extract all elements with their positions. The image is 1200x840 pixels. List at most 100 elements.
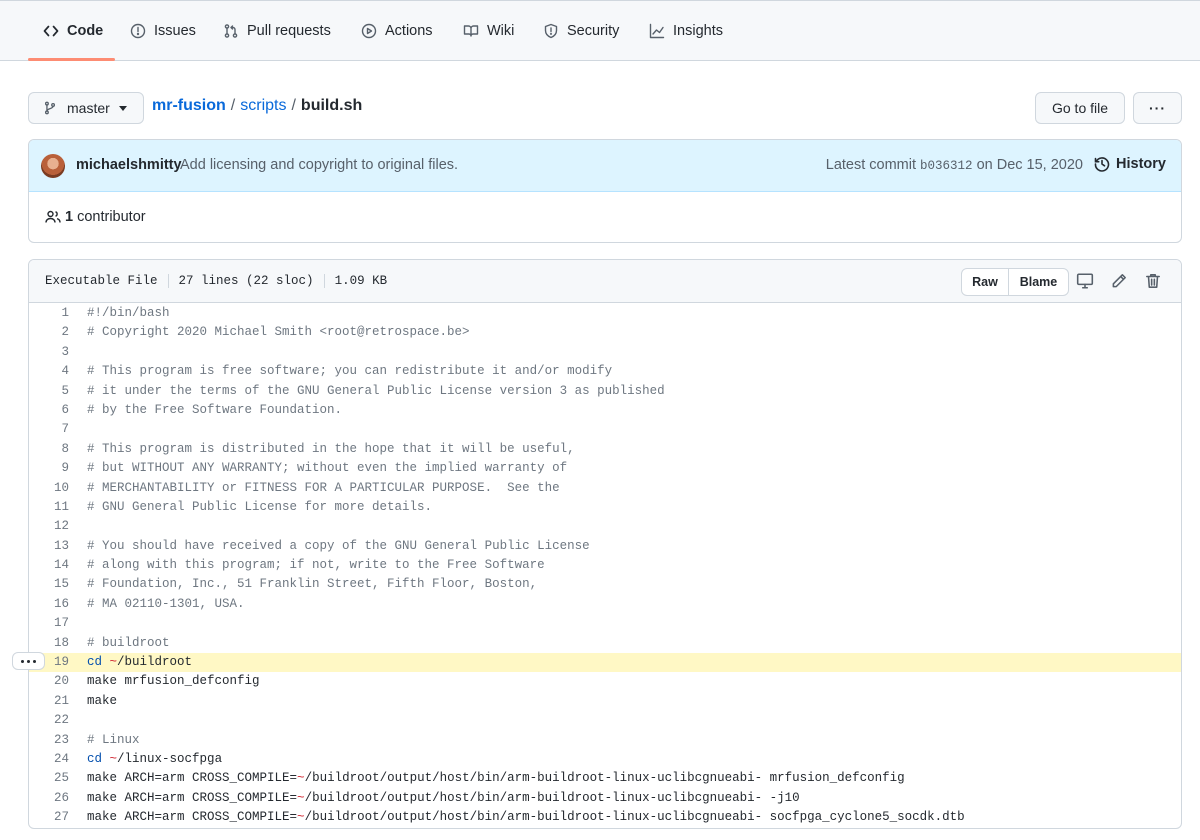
code-line: 10 # MERCHANTABILITY or FITNESS FOR A PAR… (29, 479, 1181, 498)
code-line: 4 # This program is free software; you ca… (29, 362, 1181, 381)
tab-label: Issues (154, 23, 196, 39)
code-line: 6 # by the Free Software Foundation. (29, 401, 1181, 420)
line-number[interactable]: 4 (29, 362, 69, 381)
tab-code[interactable]: Code (43, 1, 103, 61)
line-number[interactable]: 12 (29, 517, 69, 536)
line-number[interactable]: 17 (29, 614, 69, 633)
code-line: 15 # Foundation, Inc., 51 Franklin Street… (29, 575, 1181, 594)
pencil-icon[interactable] (1110, 272, 1128, 290)
commit-author-link[interactable]: michaelshmitty (76, 157, 182, 173)
line-number[interactable]: 21 (29, 692, 69, 711)
line-content: # This program is free software; you can… (87, 364, 613, 379)
shield-icon (544, 23, 558, 39)
git-branch-icon (44, 101, 56, 115)
branch-select-button[interactable]: master (28, 92, 144, 124)
code-line: 27 make ARCH=arm CROSS_COMPILE=~/buildroo… (29, 808, 1181, 827)
more-options-button[interactable]: ··· (1133, 92, 1182, 124)
code-line: 25 make ARCH=arm CROSS_COMPILE=~/buildroo… (29, 769, 1181, 788)
line-number[interactable]: 10 (29, 479, 69, 498)
line-number[interactable]: 23 (29, 731, 69, 750)
code-line: 16 # MA 02110-1301, USA. (29, 595, 1181, 614)
code-line: 14 # along with this program; if not, wri… (29, 556, 1181, 575)
code-line: 23 # Linux (29, 731, 1181, 750)
tab-wiki[interactable]: Wiki (463, 1, 514, 61)
history-icon (1094, 157, 1110, 172)
line-number[interactable]: 13 (29, 537, 69, 556)
dot (33, 659, 36, 663)
line-content: # but WITHOUT ANY WARRANTY; without even… (87, 461, 568, 476)
commit-date: on Dec 15, 2020 (976, 157, 1083, 173)
code-line: 5 # it under the terms of the GNU General… (29, 382, 1181, 401)
commit-meta: Latest commit b036312 on Dec 15, 2020 (826, 157, 1083, 173)
tab-security[interactable]: Security (543, 1, 619, 61)
line-content: #!/bin/bash (87, 306, 170, 320)
line-content: # MA 02110-1301, USA. (87, 596, 245, 611)
line-content: # Copyright 2020 Michael Smith <root@ret… (87, 325, 470, 340)
history-link[interactable]: History (1094, 156, 1166, 172)
code-line: 24 cd ~/linux-socfpga (29, 750, 1181, 769)
line-options-button[interactable] (12, 652, 45, 670)
avatar[interactable] (41, 154, 65, 178)
line-number[interactable]: 8 (29, 440, 69, 459)
line-number[interactable]: 2 (29, 323, 69, 342)
go-to-file-button[interactable]: Go to file (1035, 92, 1125, 124)
tab-actions[interactable]: Actions (361, 1, 433, 61)
tab-insights[interactable]: Insights (649, 1, 723, 61)
commit-sha-link[interactable]: b036312 (920, 159, 973, 173)
line-number[interactable]: 27 (29, 808, 69, 827)
line-number[interactable]: 22 (29, 711, 69, 730)
line-number[interactable]: 7 (29, 420, 69, 439)
code-icon (43, 25, 59, 37)
code-line: 11 # GNU General Public License for more … (29, 498, 1181, 517)
line-number[interactable]: 26 (29, 789, 69, 808)
line-number[interactable]: 5 (29, 382, 69, 401)
commit-message-link[interactable]: Add licensing and copyright to original … (180, 157, 458, 173)
line-content: # it under the terms of the GNU General … (87, 383, 665, 398)
branch-name: master (67, 100, 110, 116)
line-number[interactable]: 20 (29, 672, 69, 691)
trash-icon[interactable] (1144, 272, 1162, 290)
line-number[interactable]: 14 (29, 556, 69, 575)
history-label: History (1116, 156, 1166, 172)
line-number[interactable]: 25 (29, 769, 69, 788)
line-content: # buildroot (87, 635, 170, 650)
code-line: 26 make ARCH=arm CROSS_COMPILE=~/buildroo… (29, 789, 1181, 808)
tab-label: Wiki (487, 23, 515, 39)
tab-label: Security (567, 23, 620, 39)
line-content: cd ~/buildroot (87, 655, 193, 670)
line-number[interactable]: 6 (29, 401, 69, 420)
breadcrumb-folder-link[interactable]: scripts (240, 97, 286, 115)
line-number[interactable]: 11 (29, 498, 69, 517)
line-number[interactable]: 3 (29, 343, 69, 362)
tab-pull-requests[interactable]: Pull requests (223, 1, 331, 61)
line-content: # MERCHANTABILITY or FITNESS FOR A PARTI… (87, 480, 560, 495)
tab-issues[interactable]: Issues (130, 1, 196, 61)
raw-button[interactable]: Raw (962, 269, 1009, 295)
line-number[interactable]: 24 (29, 750, 69, 769)
contributors-link[interactable]: 1 contributor (45, 209, 146, 225)
raw-blame-group: Raw Blame (961, 268, 1069, 296)
breadcrumb-repo-link[interactable]: mr-fusion (152, 97, 226, 115)
file-view: Executable File 27 lines (22 sloc) 1.09 … (28, 259, 1182, 829)
tab-label: Code (67, 23, 104, 39)
code-line: 22 (29, 711, 1181, 730)
code-line: 18 # buildroot (29, 634, 1181, 653)
line-number[interactable]: 16 (29, 595, 69, 614)
line-content: # along with this program; if not, write… (87, 558, 545, 573)
line-content: make mrfusion_defconfig (87, 674, 260, 689)
issue-opened-icon (130, 23, 146, 39)
code-line: 13 # You should have received a copy of t… (29, 537, 1181, 556)
chevron-down-icon (118, 105, 127, 111)
latest-commit-label: Latest commit (825, 157, 916, 173)
blame-button[interactable]: Blame (1009, 269, 1068, 295)
line-number[interactable]: 1 (29, 304, 69, 323)
line-content: # This program is distributed in the hop… (87, 441, 575, 456)
code-line: 12 (29, 517, 1181, 536)
commit-bar: michaelshmitty Add licensing and copyrig… (29, 140, 1181, 192)
line-content: make (87, 693, 118, 708)
line-number[interactable]: 15 (29, 575, 69, 594)
line-number[interactable]: 9 (29, 459, 69, 478)
desktop-icon[interactable] (1076, 272, 1094, 290)
breadcrumb-file-name: build.sh (300, 97, 363, 114)
line-number[interactable]: 18 (29, 634, 69, 653)
